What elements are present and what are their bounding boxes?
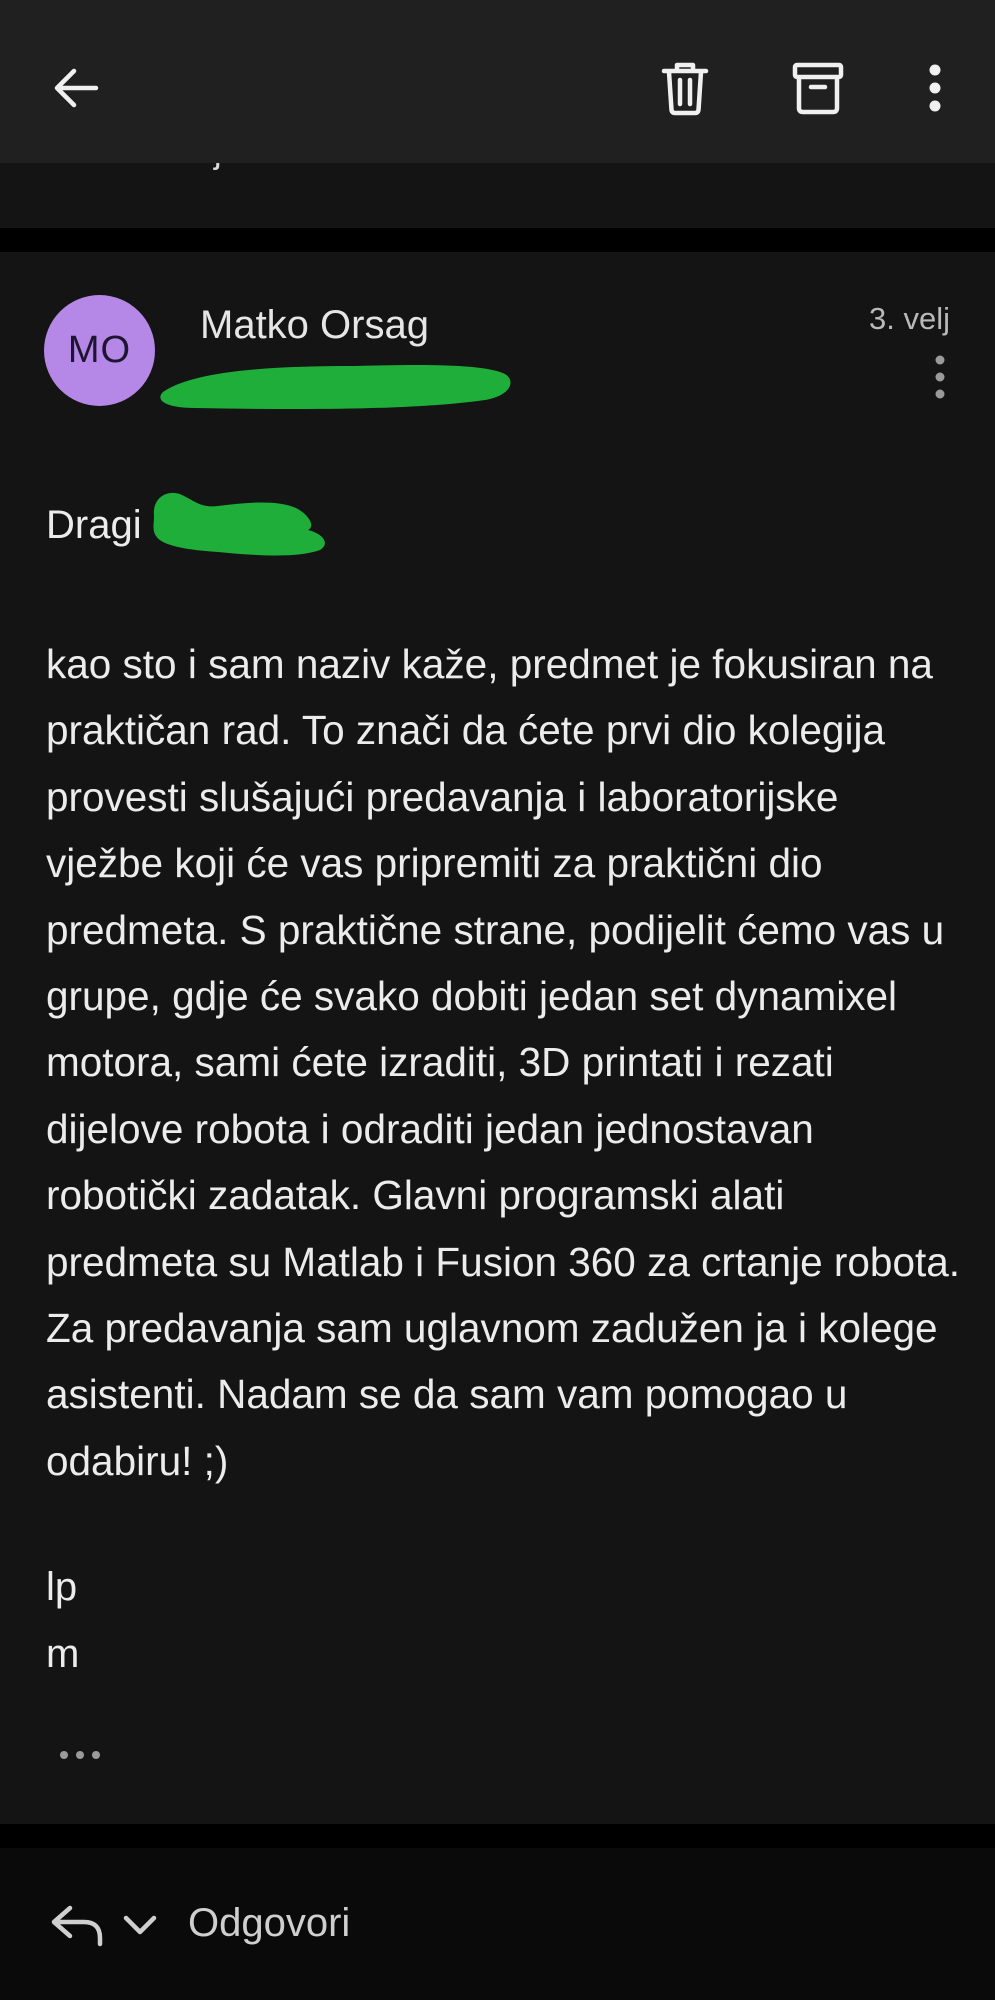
redaction-mark-email [160,364,511,410]
reply-button-label[interactable]: Odgovori [188,1901,350,1946]
redaction-mark-name [153,492,325,556]
back-button[interactable] [36,48,116,128]
reply-icon[interactable] [48,1900,108,1950]
chevron-down-icon[interactable] [118,1908,162,1944]
sender-name[interactable]: Matko Orsag [200,303,429,348]
trash-icon [661,62,709,116]
archive-button[interactable] [778,48,858,128]
message-body: kao sto i sam naziv kaže, predmet je fok… [46,641,960,1484]
message-greeting: Dragi [46,503,142,547]
signature-line-2: m [46,1632,80,1676]
more-options-button[interactable] [895,48,975,128]
top-app-bar [0,0,995,163]
message-date: 3. velj [869,301,950,336]
avatar-initials: MO [67,329,132,371]
ellipsis-icon [60,1751,100,1759]
previous-message-snippet: j [214,163,222,172]
previous-message-collapsed[interactable]: j [0,163,995,228]
archive-icon [792,62,844,115]
show-trimmed-content-button[interactable] [50,1740,110,1770]
avatar[interactable]: MO [44,295,155,406]
arrow-left-icon [54,68,99,108]
delete-button[interactable] [645,48,725,128]
signature-line-1: lp [46,1565,78,1609]
message-more-button[interactable] [918,352,962,402]
more-vertical-icon [935,355,945,399]
more-vertical-icon [929,64,941,112]
